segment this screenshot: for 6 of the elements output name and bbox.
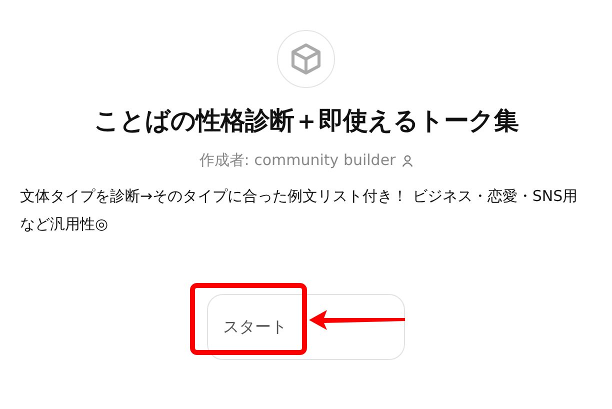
cube-icon [291, 43, 321, 75]
page-title: ことばの性格診断＋即使えるトーク集 [94, 105, 518, 137]
start-button[interactable]: スタート [207, 294, 405, 360]
user-icon [402, 154, 413, 166]
author-text: 作成者: community builder [199, 151, 396, 170]
description-text: 文体タイプを診断→そのタイプに合った例文リスト付き！ ビジネス・恋愛・SNS用など汎用性◎ [20, 186, 579, 235]
